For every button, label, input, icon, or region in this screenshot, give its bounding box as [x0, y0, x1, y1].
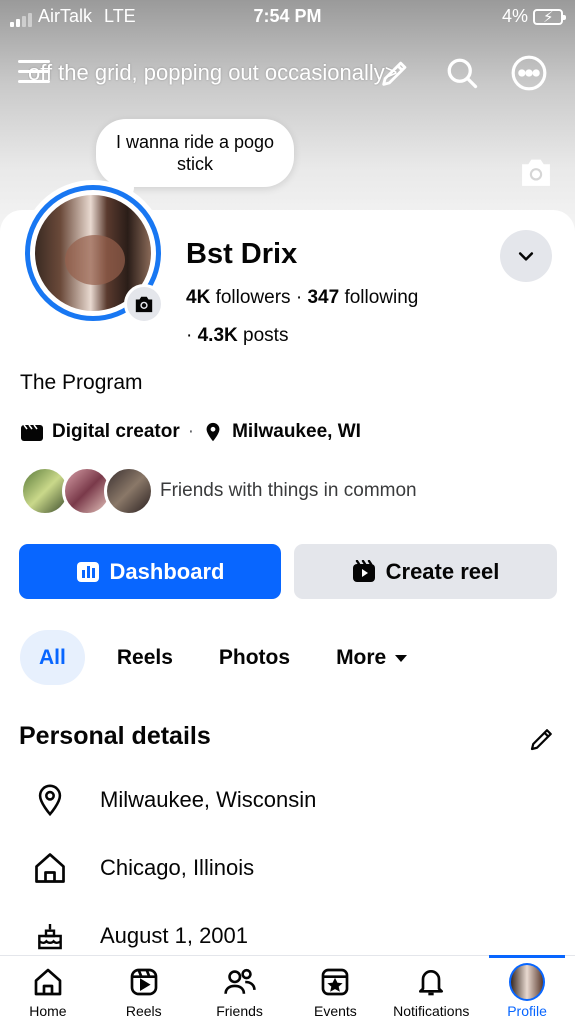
- category-text: Digital creator: [52, 421, 180, 442]
- edit-avatar-camera-icon[interactable]: [124, 284, 164, 324]
- friend-avatar: [104, 466, 154, 516]
- note-bubble[interactable]: I wanna ride a pogo stick: [96, 119, 294, 197]
- followers-label[interactable]: followers: [216, 287, 291, 308]
- birthday-cake-icon: [30, 916, 70, 956]
- nav-profile[interactable]: Profile: [479, 955, 575, 1024]
- nav-label: Friends: [216, 1003, 263, 1019]
- chevron-down-icon: [518, 252, 534, 261]
- friends-icon: [222, 964, 258, 1000]
- location-text: Milwaukee, WI: [232, 421, 361, 442]
- tab-more[interactable]: More: [336, 630, 408, 685]
- section-title: Personal details: [19, 722, 211, 750]
- ticker-text: off the grid, popping out occasionally>: [28, 60, 398, 85]
- dashboard-icon: [76, 561, 99, 582]
- nav-label: Home: [29, 1003, 67, 1019]
- edit-cover-camera-icon[interactable]: [517, 155, 555, 189]
- bell-icon: [413, 964, 449, 1000]
- home-icon: [30, 848, 70, 888]
- status-bar: AirTalk LTE 7:54 PM 4% ⚡: [0, 0, 575, 34]
- battery-percent: 4%: [501, 6, 528, 26]
- reel-icon: [352, 559, 375, 582]
- friends-text: Friends with things in common: [160, 480, 417, 501]
- profile-dropdown-button[interactable]: [500, 230, 552, 282]
- followers-count[interactable]: 4K: [186, 287, 210, 308]
- edit-profile-icon[interactable]: [374, 52, 416, 94]
- detail-current-city: Milwaukee, Wisconsin: [30, 780, 316, 820]
- bottom-nav: Home Reels Friends Events Notifications …: [0, 955, 575, 1024]
- detail-hometown: Chicago, Illinois: [30, 848, 254, 888]
- events-icon: [317, 964, 353, 1000]
- location-pin-icon: [206, 422, 220, 442]
- tab-reels[interactable]: Reels: [117, 630, 173, 685]
- create-reel-label: Create reel: [385, 558, 500, 584]
- detail-text: August 1, 2001: [100, 923, 249, 948]
- nav-events[interactable]: Events: [287, 956, 383, 1024]
- nav-friends[interactable]: Friends: [192, 956, 288, 1024]
- mutual-friends[interactable]: Friends with things in common: [20, 466, 417, 516]
- nav-label: Reels: [125, 1003, 162, 1019]
- nav-label: Events: [313, 1003, 357, 1019]
- more-options-icon[interactable]: [508, 52, 550, 94]
- menu-icon[interactable]: [18, 60, 50, 86]
- detail-text: Chicago, Illinois: [100, 855, 255, 880]
- posts-count: 4.3K: [197, 325, 238, 346]
- note-text: I wanna ride a pogo stick: [115, 132, 275, 174]
- nav-reels[interactable]: Reels: [96, 956, 192, 1024]
- nav-label: Profile: [507, 1003, 547, 1019]
- tab-more-label: More: [336, 645, 387, 669]
- nav-home[interactable]: Home: [0, 956, 96, 1024]
- posts-label: posts: [243, 325, 289, 346]
- caret-down-icon: [395, 654, 408, 662]
- following-label[interactable]: following: [344, 287, 418, 308]
- location-pin-icon: [30, 780, 70, 820]
- battery-icon: ⚡: [533, 8, 566, 26]
- create-reel-button[interactable]: Create reel: [294, 544, 557, 599]
- battery-status: 4% ⚡: [501, 6, 566, 27]
- profile-avatar: [509, 963, 546, 1001]
- follow-stats: 4K followers · 347 following: [186, 287, 419, 308]
- detail-birthday: August 1, 2001: [30, 916, 248, 956]
- tab-all[interactable]: All: [20, 630, 85, 685]
- profile-name: Bst Drix: [186, 238, 298, 270]
- clock: 7:54 PM: [253, 6, 322, 26]
- dashboard-button[interactable]: Dashboard: [19, 544, 281, 599]
- top-bar: off the grid, popping out occasionally>: [0, 50, 575, 96]
- clapperboard-icon: [21, 424, 43, 441]
- profile-bio: The Program: [20, 371, 143, 394]
- reels-icon: [126, 964, 162, 1000]
- edit-details-pencil-icon[interactable]: [527, 724, 557, 754]
- post-stats: · 4.3K posts: [186, 325, 289, 346]
- nav-label: Notifications: [393, 1003, 470, 1019]
- dashboard-label: Dashboard: [109, 558, 225, 584]
- detail-text: Milwaukee, Wisconsin: [100, 787, 317, 812]
- profile-tabs: All Reels Photos More: [20, 630, 408, 685]
- nav-notifications[interactable]: Notifications: [383, 956, 479, 1024]
- profile-meta: Digital creator · Milwaukee, WI: [20, 420, 361, 444]
- search-icon[interactable]: [441, 52, 483, 94]
- tab-photos[interactable]: Photos: [219, 630, 290, 685]
- home-icon: [30, 964, 66, 1000]
- following-count[interactable]: 347: [307, 287, 339, 308]
